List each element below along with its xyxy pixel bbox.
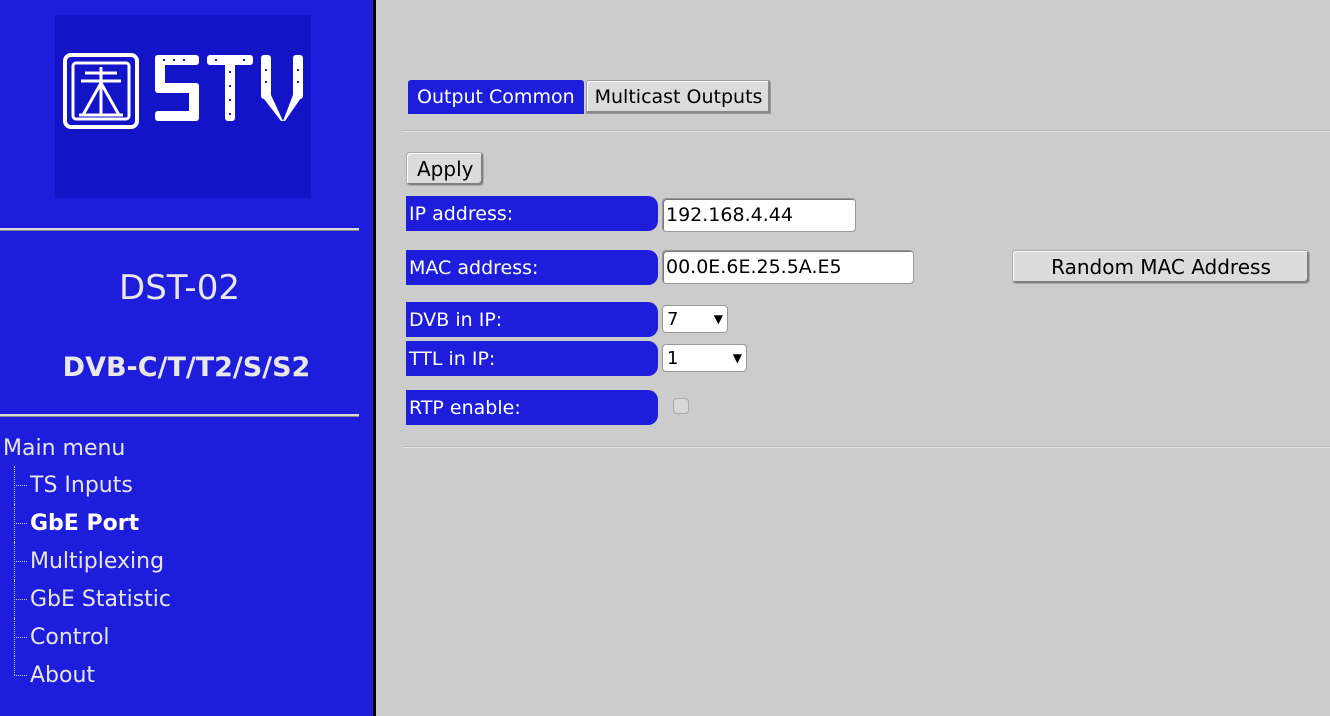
ttl-in-ip-select[interactable]: 1 ▼ <box>662 344 747 372</box>
menu-item-multiplexing[interactable]: Multiplexing <box>14 542 171 580</box>
stv-logo <box>55 15 311 198</box>
tree-connector <box>14 580 28 618</box>
main-menu: TS Inputs GbE Port Multiplexing GbE Stat… <box>14 466 171 694</box>
tree-connector <box>14 542 28 580</box>
apply-button[interactable]: Apply <box>406 152 485 186</box>
content-divider <box>403 446 1330 448</box>
menu-item-label: GbE Statistic <box>30 586 172 612</box>
app-window: DST-02 DVB-C/T/T2/S/S2 Main menu TS Inpu… <box>0 0 1330 716</box>
ttl-in-ip-value: 1 <box>667 347 679 369</box>
tab-bar: Output Common Multicast Outputs <box>408 80 773 114</box>
dvb-in-ip-value: 7 <box>667 308 679 330</box>
rtp-enable-checkbox[interactable] <box>673 398 689 414</box>
menu-item-label: Multiplexing <box>30 548 165 574</box>
tree-connector <box>14 466 28 504</box>
ip-address-field[interactable]: 192.168.4.44 <box>662 198 856 232</box>
ttl-in-ip-label: TTL in IP: <box>406 341 658 376</box>
mac-address-label: MAC address: <box>406 250 658 285</box>
menu-item-ts-inputs[interactable]: TS Inputs <box>14 466 171 504</box>
menu-item-about[interactable]: About <box>14 656 171 694</box>
tab-output-common[interactable]: Output Common <box>408 80 584 114</box>
dropdown-arrow-icon: ▼ <box>732 351 742 365</box>
main-panel: Output Common Multicast Outputs Apply IP… <box>376 0 1330 716</box>
sidebar: DST-02 DVB-C/T/T2/S/S2 Main menu TS Inpu… <box>0 0 373 716</box>
dvb-in-ip-select[interactable]: 7 ▼ <box>662 305 728 333</box>
mac-address-field[interactable]: 00.0E.6E.25.5A.E5 <box>662 250 914 284</box>
content-divider <box>403 130 1330 132</box>
menu-item-label: Control <box>30 624 110 650</box>
tree-connector <box>14 504 28 542</box>
dvb-in-ip-label: DVB in IP: <box>406 302 658 337</box>
tree-connector <box>14 656 28 694</box>
menu-item-label: TS Inputs <box>30 472 133 498</box>
sidebar-divider <box>0 228 359 231</box>
menu-item-gbe-statistic[interactable]: GbE Statistic <box>14 580 171 618</box>
device-modes: DVB-C/T/T2/S/S2 <box>62 352 311 383</box>
rtp-enable-label: RTP enable: <box>406 390 658 425</box>
menu-item-label: About <box>30 662 96 688</box>
ip-address-label: IP address: <box>406 196 658 231</box>
menu-item-control[interactable]: Control <box>14 618 171 656</box>
random-mac-button[interactable]: Random MAC Address <box>1012 250 1310 284</box>
stv-logo-icon <box>63 53 303 129</box>
tab-multicast-outputs[interactable]: Multicast Outputs <box>585 80 772 114</box>
sidebar-divider <box>0 414 359 417</box>
menu-item-label: GbE Port <box>30 510 140 536</box>
dropdown-arrow-icon: ▼ <box>713 312 723 326</box>
menu-title: Main menu <box>3 436 126 461</box>
tree-connector <box>14 618 28 656</box>
menu-item-gbe-port[interactable]: GbE Port <box>14 504 171 542</box>
device-name: DST-02 <box>119 268 240 308</box>
